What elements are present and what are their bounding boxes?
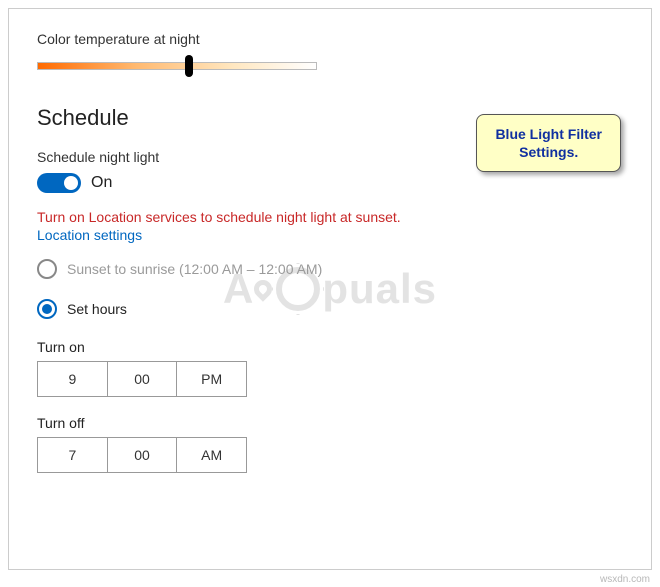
turn-off-label: Turn off <box>37 415 623 431</box>
radio-sunset-to-sunrise: Sunset to sunrise (12:00 AM – 12:00 AM) <box>37 259 623 279</box>
radio-set-hours[interactable]: Set hours <box>37 299 623 319</box>
radio-dot <box>42 304 52 314</box>
callout-line2: Settings. <box>495 143 602 161</box>
annotation-callout: Blue Light Filter Settings. <box>476 114 621 172</box>
schedule-toggle[interactable] <box>37 173 81 193</box>
slider-track <box>37 62 317 70</box>
toggle-state-text: On <box>91 174 112 192</box>
toggle-knob <box>64 176 78 190</box>
turn-on-time-picker[interactable]: 9 00 PM <box>37 361 247 397</box>
location-settings-link[interactable]: Location settings <box>37 227 623 243</box>
radio-sethours-label: Set hours <box>67 301 127 317</box>
radio-sunset-label: Sunset to sunrise (12:00 AM – 12:00 AM) <box>67 261 322 277</box>
location-warning-text: Turn on Location services to schedule ni… <box>37 209 623 225</box>
turn-off-minute[interactable]: 00 <box>108 438 178 472</box>
turn-on-hour[interactable]: 9 <box>38 362 108 396</box>
turn-off-time-picker[interactable]: 7 00 AM <box>37 437 247 473</box>
radio-icon <box>37 259 57 279</box>
turn-on-minute[interactable]: 00 <box>108 362 178 396</box>
callout-line1: Blue Light Filter <box>495 125 602 143</box>
turn-on-label: Turn on <box>37 339 623 355</box>
radio-icon-selected <box>37 299 57 319</box>
night-light-settings-panel: A puals Color temperature at night Sched… <box>8 8 652 570</box>
schedule-toggle-row: On <box>37 173 623 193</box>
color-temperature-label: Color temperature at night <box>37 31 623 47</box>
color-temperature-slider[interactable] <box>37 55 317 77</box>
slider-thumb[interactable] <box>185 55 193 77</box>
turn-on-period[interactable]: PM <box>177 362 246 396</box>
credit-text: wsxdn.com <box>600 574 650 585</box>
pin-icon <box>251 276 276 301</box>
turn-off-period[interactable]: AM <box>177 438 246 472</box>
turn-off-hour[interactable]: 7 <box>38 438 108 472</box>
